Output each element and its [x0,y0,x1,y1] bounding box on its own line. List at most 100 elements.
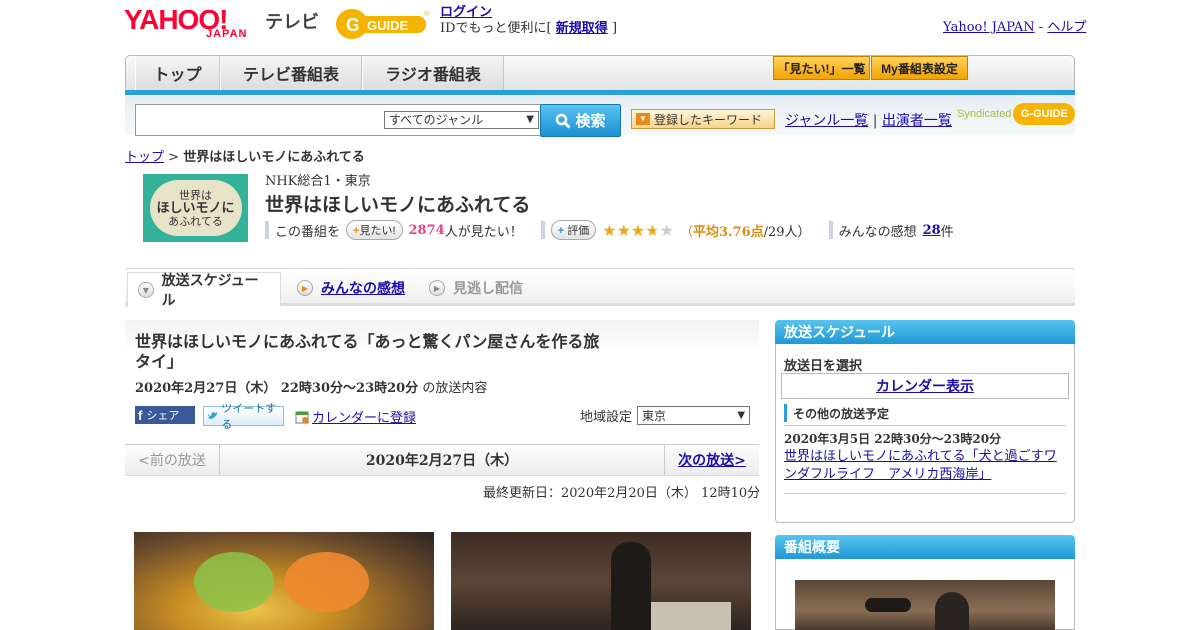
search-links-divider: | [872,113,878,129]
next-broadcast[interactable]: 次の放送> [664,445,759,475]
episode-date-suffix: の放送内容 [422,381,488,396]
rating-stars: ★ ★ ★ ★ ★ [602,221,674,240]
play-icon: ▶ [429,280,445,296]
overview-photo [795,580,1055,630]
nav-tab-top[interactable]: トップ [135,56,220,90]
impressions-count-link[interactable]: 28 [923,223,941,238]
genre-select-value: すべてのジャンル [389,113,484,127]
other-broadcast-link-wrap: 世界はほしいモノにあふれてる「犬と過ごすワンダフルライフ アメリカ西海岸」 [784,448,1066,484]
other-broadcast-date: 2020年3月5日 22時30分～23時20分 [784,432,1002,446]
twitter-bird-icon [207,412,218,419]
other-broadcast-link[interactable]: 世界はほしいモノにあふれてる「犬と過ごすワンダフルライフ アメリカ西海岸」 [784,449,1057,482]
tv-logo-text[interactable]: テレビ [265,8,319,34]
want-button-label: 見たい! [359,225,396,237]
thumbnail-logo: 世界は ほしいモノに あふれてる [149,180,242,236]
program-thumbnail: 世界は ほしいモノに あふれてる [143,174,248,242]
tweet-label: ツイートする [221,403,277,431]
sidebar-schedule-header: 放送スケジュール [775,320,1075,344]
search-button[interactable]: 検索 [540,104,621,137]
region-label: 地域設定 [580,410,633,425]
rating-open: （ [679,224,693,240]
tab-impressions-link[interactable]: みんなの感想 [321,278,405,298]
genre-select[interactable]: すべてのジャンル ▼ [384,111,539,129]
want-suffix: 人が見たい！ [444,224,523,240]
channel-name: NHK総合1・東京 [265,174,371,189]
dropdown-arrow-icon: ▼ [636,113,650,125]
sidebar-overview-header: 番組概要 [775,535,1075,559]
yahoo-japan-link[interactable]: Yahoo! JAPAN [943,20,1035,35]
rate-button[interactable]: + 評価 [550,220,597,240]
photo-hat [865,598,911,612]
calendar-display-button[interactable]: カレンダー表示 [781,373,1069,399]
search-links: ジャンル一覧 | 出演者一覧 [785,110,952,130]
star-full-icon: ★ [602,220,617,240]
calendar-display-link[interactable]: カレンダー表示 [876,376,974,396]
gguide-small-logo: G-GUIDE [1013,103,1076,125]
star-full-icon: ★ [630,220,646,240]
calendar-register-link[interactable]: カレンダーに登録 [312,407,416,426]
top-links-separator: - [1038,20,1044,35]
region-select[interactable]: 東京 ▼ [637,406,751,425]
calendar-icon [295,411,309,423]
stat-separator [265,221,269,239]
syndicated-text: Syndicated [957,108,1012,120]
login-area: ログイン IDでもっと便利に[ 新規取得 ] [440,5,617,37]
tab-impressions[interactable]: ▶ みんなの感想 [287,272,415,304]
select-arrow-icon: ▼ [737,410,746,421]
photo-shape [194,552,274,612]
episode-date-line: 2020年2月27日（木） 22時30分～23時20分 の放送内容 [135,377,487,396]
prev-broadcast: <前の放送 [125,445,220,475]
program-stats: この番組を +見たい! 2874 人が見たい！ + 評価 ★ ★ ★ ★ ★ （平… [265,220,954,240]
tab-missed: ▶ 見逃し配信 [419,272,533,304]
syndicated-logo: Syndicated G-GUIDE [957,103,1076,125]
episode-photo-shop [451,532,751,630]
breadcrumb-separator: > [168,150,180,165]
yahoo-japan-logo-text: JAPAN [206,28,248,40]
nav-tab-radio-schedule[interactable]: ラジオ番組表 [362,56,504,90]
breadcrumb-top-link[interactable]: トップ [125,150,164,165]
nav-tab-tv-schedule[interactable]: テレビ番組表 [220,56,362,90]
region-setting: 地域設定 東京 ▼ [580,406,751,425]
episode-photo-food [134,532,434,630]
tab-schedule-label: 放送スケジュール [161,273,259,309]
last-updated: 最終更新日：2020年2月20日（木） 12時10分 [483,486,761,501]
impressions-label: みんなの感想 [838,224,917,240]
photo-person [611,542,651,630]
my-schedule-button[interactable]: My番組表設定 [871,56,968,80]
svg-text:®: ® [424,10,430,18]
login-prompt-text: IDでもっと便利に[ [440,21,552,36]
gguide-logo[interactable]: G GUIDE ® [334,6,432,42]
this-program-label: この番組を [275,224,341,240]
photo-counter [651,602,731,630]
keyword-button-label: 登録したキーワード [654,112,763,127]
plus-icon: + [557,225,565,237]
select-date-label: 放送日を選択 [784,359,863,374]
thumb-text-2: ほしいモノに [156,200,235,216]
cast-list-link[interactable]: 出演者一覧 [882,113,952,129]
login-link[interactable]: ログイン [440,5,492,20]
want-list-button[interactable]: 「見たい!」一覧 [773,56,870,80]
next-broadcast-link[interactable]: 次の放送> [678,450,746,470]
tweet-button[interactable]: ツイートする [203,403,284,431]
genre-list-link[interactable]: ジャンル一覧 [785,113,868,129]
search-icon [556,113,572,129]
tab-schedule[interactable]: ▼ 放送スケジュール [127,272,281,309]
rating-count: /29人） [763,224,811,240]
svg-text:G: G [346,15,360,35]
star-empty-icon: ★ [659,220,674,240]
want-button[interactable]: +見たい! [346,220,403,240]
page: YAHOO! JAPAN テレビ G GUIDE ® ログイン IDでもっと便利… [0,0,1200,630]
keyword-button[interactable]: ▼ 登録したキーワード [631,109,775,129]
signup-link[interactable]: 新規取得 [556,21,608,36]
facebook-icon: f [138,407,143,423]
program-title: 世界はほしいモノにあふれてる [265,194,531,216]
help-link[interactable]: ヘルプ [1047,20,1086,35]
breadcrumb: トップ > 世界はほしいモノにあふれてる [125,146,365,165]
rate-button-label: 評価 [567,225,590,237]
thumb-text-1: 世界は [179,188,212,202]
facebook-share-button[interactable]: f シェア [135,406,195,424]
play-icon: ▶ [297,280,313,296]
impressions-unit: 件 [940,224,954,240]
calendar-register[interactable]: カレンダーに登録 [295,407,416,426]
want-count: 2874 [408,222,445,238]
